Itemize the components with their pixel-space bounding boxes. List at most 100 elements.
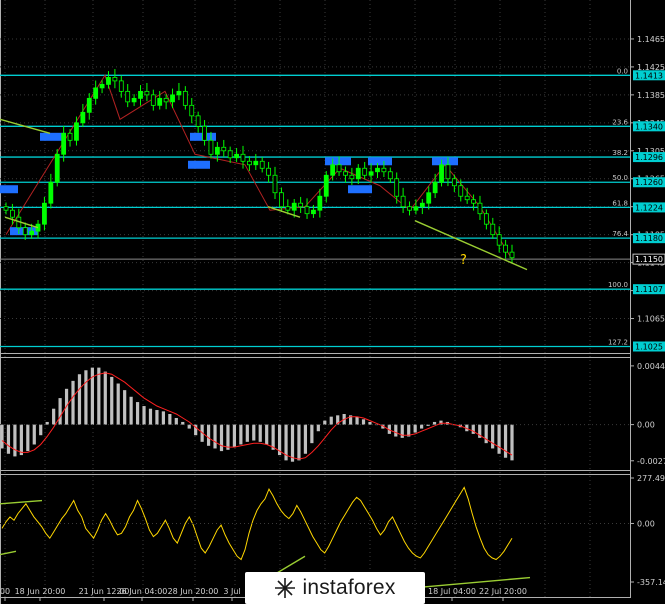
bullish-candle bbox=[29, 230, 35, 236]
price-level-tag-text: 1.1413 bbox=[635, 71, 663, 80]
bullish-candle bbox=[74, 122, 79, 141]
bullish-candle bbox=[86, 97, 92, 113]
zone-box bbox=[188, 160, 210, 169]
bullish-candle bbox=[170, 94, 175, 103]
price-level-tag-text: 1.1107 bbox=[635, 285, 663, 294]
price-level-tag-text: 1.1296 bbox=[635, 153, 663, 162]
macd-bar bbox=[355, 416, 359, 425]
fib-level-label: 50.0 bbox=[612, 174, 628, 182]
macd-bar bbox=[0, 424, 4, 449]
macd-tick-label: 0.00 bbox=[637, 421, 655, 430]
cci-tick-label: -357.1481 bbox=[637, 578, 665, 587]
time-tick-label: 00 bbox=[0, 587, 10, 596]
macd-bar bbox=[84, 370, 88, 425]
cci-trendline bbox=[0, 550, 17, 556]
macd-tick-label: -0.00273 bbox=[637, 457, 665, 466]
macd-bar bbox=[135, 402, 140, 425]
bearish-candle bbox=[394, 178, 400, 197]
macd-bar bbox=[290, 424, 295, 462]
bearish-candle bbox=[336, 164, 342, 173]
bullish-candle bbox=[93, 87, 99, 99]
fib-level-label: 61.8 bbox=[612, 199, 628, 207]
bearish-candle bbox=[445, 164, 451, 180]
bearish-candle bbox=[298, 202, 304, 208]
fibonacci-levels: 0.0 23.6 38.2 50.0 61.8 76.4 100.0 127.2 bbox=[0, 67, 630, 348]
bullish-candle bbox=[106, 76, 111, 85]
macd-bar bbox=[245, 424, 249, 442]
cci-trendline bbox=[0, 499, 43, 505]
price-level-tag-text: 1.1224 bbox=[635, 203, 663, 212]
bullish-candle bbox=[375, 167, 380, 173]
macd-bar bbox=[297, 424, 301, 461]
macd-bar bbox=[316, 424, 320, 432]
zone-box bbox=[432, 157, 458, 166]
trendlines bbox=[0, 118, 528, 271]
macd-bar bbox=[116, 383, 120, 425]
cci-tick-label: 277.4971 bbox=[637, 474, 665, 483]
price-level-tag-text: 1.1150 bbox=[635, 255, 663, 264]
price-level-tag-text: 1.1260 bbox=[635, 178, 663, 187]
bearish-candle bbox=[259, 160, 265, 169]
bearish-candle bbox=[509, 251, 515, 259]
macd-bar bbox=[303, 424, 308, 454]
bearish-candle bbox=[451, 178, 457, 187]
bullish-candle bbox=[80, 111, 86, 124]
macd-bar bbox=[361, 419, 366, 425]
price-tick-label: 1.1065 bbox=[637, 315, 665, 324]
bearish-candle bbox=[208, 139, 214, 155]
bearish-candle bbox=[67, 132, 73, 141]
bearish-candle bbox=[387, 171, 393, 180]
zone-box bbox=[325, 157, 351, 166]
support-resistance-boxes bbox=[0, 132, 458, 236]
watermark-text: instaforex bbox=[302, 576, 396, 599]
macd-bar bbox=[26, 424, 30, 452]
macd-bar bbox=[206, 424, 211, 446]
bearish-candle bbox=[118, 80, 124, 92]
price-tick-label: 1.1465 bbox=[637, 35, 665, 44]
time-tick-label: 28 Jun 20:00 bbox=[168, 587, 219, 596]
macd-bar bbox=[323, 420, 327, 425]
macd-bar bbox=[491, 424, 495, 449]
macd-bar bbox=[58, 398, 62, 425]
macd-bar bbox=[239, 424, 243, 445]
bullish-candle bbox=[253, 160, 259, 166]
bullish-candle bbox=[413, 206, 419, 211]
macd-bar bbox=[420, 424, 424, 429]
bullish-candle bbox=[330, 164, 336, 176]
macd-bar bbox=[232, 424, 237, 448]
bearish-candle bbox=[10, 209, 15, 218]
macd-bar bbox=[39, 424, 43, 436]
macd-bar bbox=[71, 380, 75, 425]
macd-tick-label: 0.00443 bbox=[637, 362, 665, 371]
macd-bar bbox=[400, 424, 404, 438]
bearish-candle bbox=[304, 206, 310, 215]
bullish-candle bbox=[234, 153, 239, 159]
macd-bar bbox=[123, 390, 127, 425]
zone-box bbox=[368, 157, 392, 166]
bullish-candle bbox=[157, 97, 163, 106]
bearish-candle bbox=[471, 199, 476, 204]
bearish-candle bbox=[202, 125, 207, 141]
bearish-candle bbox=[477, 202, 483, 215]
bearish-candle bbox=[496, 234, 502, 246]
fib-level-label: 23.6 bbox=[612, 118, 628, 126]
bullish-candle bbox=[368, 171, 374, 176]
fib-level-label: 127.2 bbox=[608, 339, 628, 347]
macd-bar bbox=[155, 410, 159, 425]
macd-bar bbox=[213, 424, 217, 449]
time-tick-label: 18 Jun 20:00 bbox=[15, 587, 66, 596]
macd-bar bbox=[142, 406, 146, 425]
macd-bar bbox=[181, 421, 185, 425]
bearish-candle bbox=[483, 213, 489, 225]
macd-bar bbox=[265, 424, 269, 445]
fib-level-label: 38.2 bbox=[612, 149, 628, 157]
macd-bar bbox=[103, 371, 107, 425]
bearish-candle bbox=[503, 244, 508, 253]
macd-bar bbox=[161, 411, 165, 425]
cci-axis: 277.4971 0.00 -357.1481 bbox=[0, 474, 665, 587]
bullish-candle bbox=[138, 90, 143, 99]
bearish-candle bbox=[112, 76, 118, 82]
zigzag-line bbox=[5, 74, 513, 260]
bearish-candle bbox=[182, 90, 188, 106]
price-level-tag-text: 1.1180 bbox=[635, 234, 663, 243]
